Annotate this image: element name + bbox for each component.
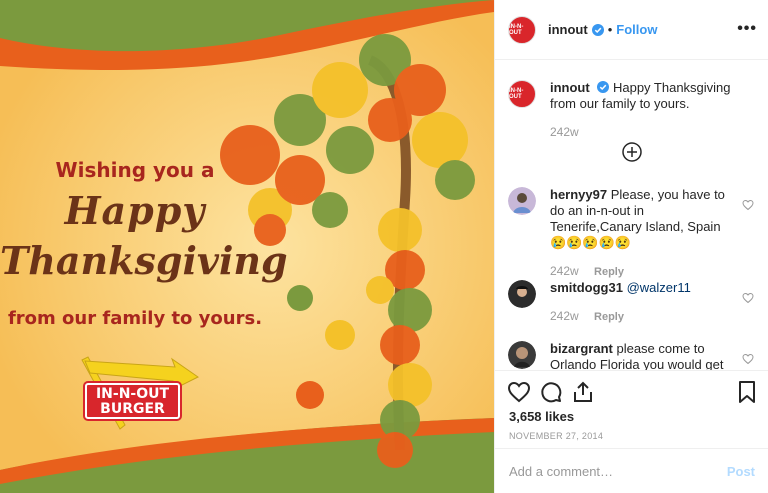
reply-button[interactable]: Reply: [594, 311, 624, 323]
like-comment-heart-icon[interactable]: [742, 353, 754, 365]
share-icon[interactable]: [571, 380, 595, 404]
comment-mention[interactable]: @walzer11: [627, 280, 691, 295]
follow-button[interactable]: Follow: [616, 22, 657, 37]
greeting-line-1: Wishing you a: [55, 158, 215, 182]
comment-age: 242w: [550, 309, 579, 323]
comment-icon[interactable]: [539, 380, 563, 404]
post-button[interactable]: Post: [727, 464, 755, 479]
in-n-out-logo: IN-N-OUT BURGER: [80, 355, 200, 435]
avatar[interactable]: [508, 341, 536, 369]
avatar[interactable]: IN-N-OUT: [508, 80, 536, 108]
greeting-line-2: Happy: [64, 188, 206, 233]
logo-wordmark: IN-N-OUT BURGER: [85, 383, 180, 419]
comments-list[interactable]: IN-N-OUT innout Happy Thanksgiving from …: [495, 60, 768, 370]
greeting-line-3: Thanksgiving: [0, 238, 288, 283]
comment-username[interactable]: hernyy97: [550, 187, 607, 202]
post-side-panel: IN-N-OUT innout • Follow ••• IN-N-OUT in…: [494, 0, 768, 493]
likes-count[interactable]: 3,658 likes: [509, 409, 574, 424]
like-comment-heart-icon[interactable]: [742, 199, 754, 211]
comment-input[interactable]: [509, 463, 727, 479]
greeting-line-4: from our family to yours.: [7, 308, 263, 329]
comment-username[interactable]: bizargrant: [550, 341, 613, 356]
post-header: IN-N-OUT innout • Follow •••: [495, 0, 768, 60]
avatar[interactable]: IN-N-OUT: [508, 15, 536, 44]
username[interactable]: innout: [548, 22, 588, 37]
reply-button[interactable]: Reply: [594, 266, 624, 278]
post-date[interactable]: NOVEMBER 27, 2014: [509, 431, 603, 441]
more-options-icon[interactable]: •••: [737, 20, 757, 38]
verified-badge-icon: [591, 23, 604, 36]
comment-username[interactable]: smitdogg31: [550, 280, 623, 295]
avatar[interactable]: [508, 280, 536, 308]
plus-circle-icon[interactable]: [622, 142, 642, 162]
comment-age: 242w: [550, 264, 579, 278]
verified-badge-icon: [597, 81, 610, 93]
caption-age: 242w: [550, 125, 579, 139]
avatar[interactable]: [508, 187, 536, 215]
add-comment-bar: Post: [495, 448, 768, 493]
like-comment-heart-icon[interactable]: [742, 292, 754, 304]
caption-username[interactable]: innout: [550, 80, 590, 95]
post-image[interactable]: Wishing you a Happy Thanksgiving from ou…: [0, 0, 494, 493]
heart-icon[interactable]: [507, 380, 531, 404]
separator-dot: •: [607, 22, 613, 37]
bookmark-icon[interactable]: [735, 380, 759, 404]
